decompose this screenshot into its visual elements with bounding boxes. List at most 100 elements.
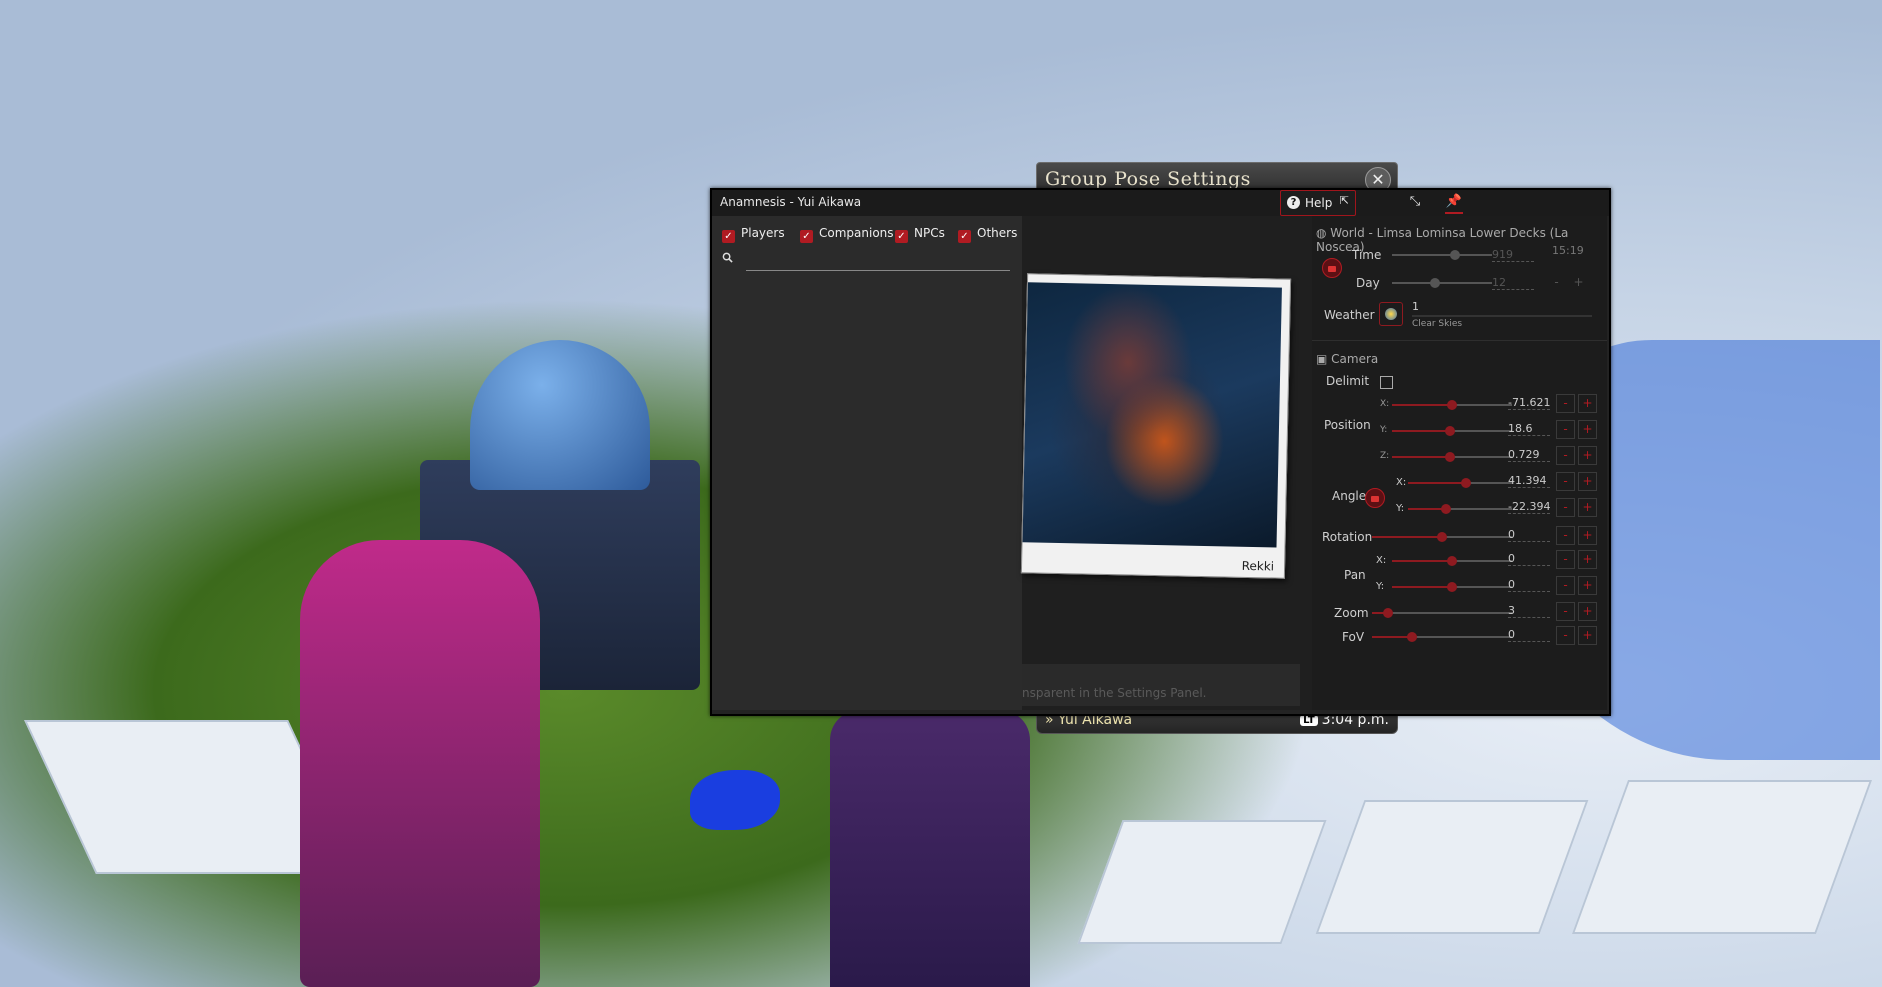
actor-list-panel: ✓ Players ✓ Companions ✓ NPCs ✓ Others (712, 216, 1022, 710)
position-x-minus[interactable]: - (1556, 394, 1575, 413)
checkbox-checked-icon[interactable]: ✓ (958, 230, 971, 243)
pan-y-minus[interactable]: - (1556, 576, 1575, 595)
position-y-fill (1392, 430, 1450, 432)
fov-value[interactable]: 0 (1508, 628, 1550, 642)
group-pose-title: Group Pose Settings (1045, 168, 1251, 190)
lock-icon[interactable] (1322, 258, 1342, 278)
axis-y-label: Y: (1380, 425, 1388, 435)
position-y-value[interactable]: 18.6 (1508, 422, 1550, 436)
angle-x-thumb[interactable] (1461, 478, 1471, 488)
position-z-thumb[interactable] (1445, 452, 1455, 462)
help-button[interactable]: ? Help ⇱ (1280, 190, 1356, 216)
checkbox-checked-icon[interactable]: ✓ (800, 230, 813, 243)
floor-tile (1315, 800, 1589, 934)
time-value[interactable]: 919 (1492, 248, 1534, 262)
delimit-label: Delimit (1326, 374, 1370, 388)
zoom-thumb[interactable] (1383, 608, 1393, 618)
zoom-minus[interactable]: - (1556, 602, 1575, 621)
zoom-label: Zoom (1334, 606, 1369, 620)
filter-players[interactable]: ✓ Players (722, 226, 785, 243)
pan-x-plus[interactable]: + (1578, 550, 1597, 569)
pan-y-thumb[interactable] (1447, 582, 1457, 592)
angle-y-fill (1408, 508, 1444, 510)
rotation-value[interactable]: 0 (1508, 528, 1550, 542)
position-z-minus[interactable]: - (1556, 446, 1575, 465)
angle-x-fill (1408, 482, 1464, 484)
day-plus-button[interactable]: + (1570, 274, 1587, 291)
axis-z-label: Z: (1380, 451, 1390, 461)
position-y-minus[interactable]: - (1556, 420, 1575, 439)
fov-plus[interactable]: + (1578, 626, 1597, 645)
angle-y-value[interactable]: -22.394 (1508, 500, 1550, 514)
weather-selector-line[interactable] (1412, 315, 1592, 317)
position-x-fill (1392, 404, 1452, 406)
position-x-thumb[interactable] (1447, 400, 1457, 410)
filter-companions[interactable]: ✓ Companions (800, 226, 894, 243)
fov-thumb[interactable] (1407, 632, 1417, 642)
angle-x-value[interactable]: 41.394 (1508, 474, 1550, 488)
day-label: Day (1356, 276, 1380, 290)
rotation-thumb[interactable] (1437, 532, 1447, 542)
time-slider-thumb[interactable] (1450, 250, 1460, 260)
title-bar[interactable]: Anamnesis - Yui Aikawa ? Help ⇱ ⤡ 📌 (712, 190, 1609, 216)
axis-x-label: X: (1380, 399, 1390, 409)
pan-x-minus[interactable]: - (1556, 550, 1575, 569)
camera-header-text: Camera (1331, 352, 1379, 366)
angle-x-plus[interactable]: + (1578, 472, 1597, 491)
minimize-icon[interactable]: ⤡ (1406, 194, 1424, 212)
angle-x-minus[interactable]: - (1556, 472, 1575, 491)
angle-lock-icon[interactable] (1365, 488, 1385, 508)
filter-others[interactable]: ✓ Others (958, 226, 1017, 243)
external-link-icon: ⇱ (1339, 194, 1349, 207)
fov-fill (1372, 636, 1412, 638)
polaroid-photo: Rekki (1020, 273, 1292, 579)
filter-companions-label: Companions (819, 226, 894, 240)
zoom-slider[interactable] (1372, 612, 1512, 614)
checkbox-checked-icon[interactable]: ✓ (895, 230, 908, 243)
filter-players-label: Players (741, 226, 785, 240)
delimit-checkbox[interactable] (1380, 376, 1393, 389)
pan-y-value[interactable]: 0 (1508, 578, 1550, 592)
pan-x-value[interactable]: 0 (1508, 552, 1550, 566)
angle-y-plus[interactable]: + (1578, 498, 1597, 517)
position-x-value[interactable]: -71.621 (1508, 396, 1550, 410)
pan-y-plus[interactable]: + (1578, 576, 1597, 595)
lt-badge: LT (1300, 715, 1318, 726)
pan-y-axis-label: Y: (1376, 581, 1385, 592)
angle-label: Angle (1332, 489, 1367, 503)
note-text: nsparent in the Settings Panel. (1022, 686, 1207, 700)
pan-x-axis-label: X: (1376, 555, 1387, 566)
fov-minus[interactable]: - (1556, 626, 1575, 645)
angle-y-minus[interactable]: - (1556, 498, 1575, 517)
day-value[interactable]: 12 (1492, 276, 1534, 290)
checkbox-checked-icon[interactable]: ✓ (722, 230, 735, 243)
weather-label: Weather (1324, 308, 1375, 322)
weather-value[interactable]: 1 (1412, 300, 1419, 313)
time-slider[interactable] (1392, 254, 1492, 256)
angle-y-thumb[interactable] (1441, 504, 1451, 514)
position-label: Position (1324, 418, 1371, 432)
position-y-plus[interactable]: + (1578, 420, 1597, 439)
position-z-plus[interactable]: + (1578, 446, 1597, 465)
pin-icon[interactable]: 📌 (1445, 194, 1463, 214)
weather-clear-icon[interactable] (1379, 302, 1403, 326)
zoom-value[interactable]: 3 (1508, 604, 1550, 618)
filter-others-label: Others (977, 226, 1018, 240)
position-y-thumb[interactable] (1445, 426, 1455, 436)
pan-x-thumb[interactable] (1447, 556, 1457, 566)
photo-image (1022, 282, 1282, 548)
search-input[interactable] (746, 270, 1010, 271)
help-label: Help (1305, 196, 1333, 210)
day-minus-button[interactable]: - (1548, 274, 1565, 291)
rotation-fill (1372, 536, 1442, 538)
zoom-plus[interactable]: + (1578, 602, 1597, 621)
day-slider-thumb[interactable] (1430, 278, 1440, 288)
position-x-plus[interactable]: + (1578, 394, 1597, 413)
day-slider[interactable] (1392, 282, 1492, 284)
pan-y-fill (1392, 586, 1452, 588)
rotation-plus[interactable]: + (1578, 526, 1597, 545)
position-z-value[interactable]: 0.729 (1508, 448, 1550, 462)
filter-npcs[interactable]: ✓ NPCs (895, 226, 945, 243)
camera-header: ▣ Camera (1316, 352, 1379, 366)
rotation-minus[interactable]: - (1556, 526, 1575, 545)
